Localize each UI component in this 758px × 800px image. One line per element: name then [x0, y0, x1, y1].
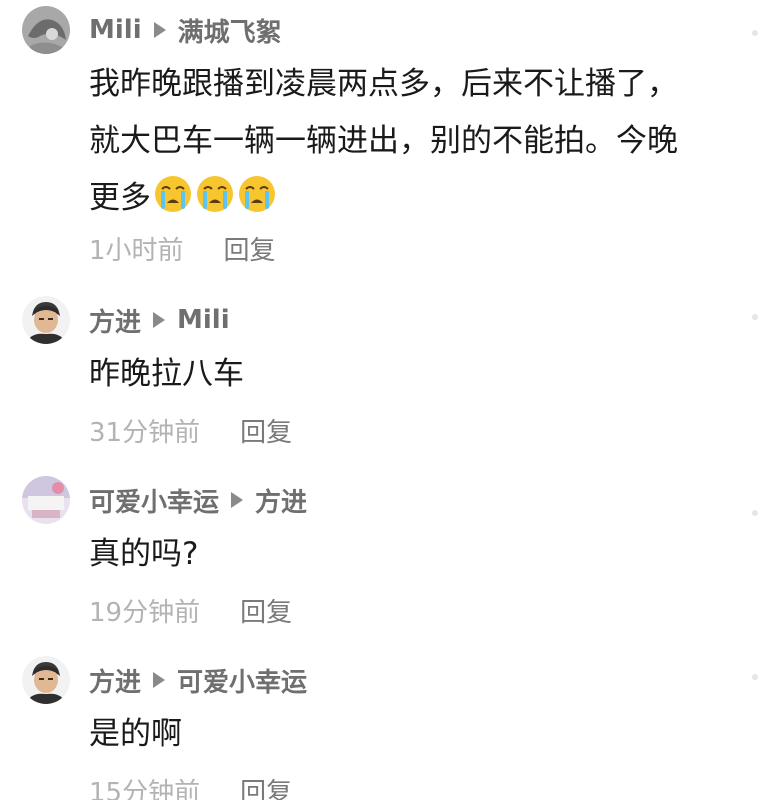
more-dot-icon	[752, 314, 758, 320]
avatar[interactable]	[22, 6, 70, 54]
crying-face-icon	[153, 174, 193, 214]
comment-line: 是的啊	[89, 716, 182, 752]
more-dot-icon	[752, 30, 758, 36]
reply-arrow-icon	[153, 312, 166, 328]
timestamp: 31分钟前	[89, 417, 201, 448]
comment-meta: 15分钟前 回复	[89, 772, 292, 800]
reply-arrow-icon	[153, 22, 166, 38]
crying-face-icon	[237, 174, 277, 214]
comment-header: 方进 可爱小幸运	[89, 660, 307, 700]
comment-meta: 19分钟前 回复	[89, 592, 292, 628]
reply-arrow-icon	[153, 672, 166, 688]
reply-button[interactable]: 回复	[240, 772, 292, 800]
comment-line-with-emoji: 更多	[89, 170, 729, 227]
author-name[interactable]: 可爱小幸运	[89, 482, 219, 519]
avatar[interactable]	[22, 656, 70, 704]
crying-face-icon	[195, 174, 235, 214]
author-name[interactable]: 方进	[89, 662, 141, 699]
author-name[interactable]: 方进	[89, 302, 141, 339]
comment-meta: 31分钟前 回复	[89, 412, 292, 448]
comment-line: 真的吗?	[89, 536, 199, 572]
comment-header: Mili 满城飞絮	[89, 10, 282, 50]
reply-button[interactable]: 回复	[240, 592, 292, 629]
comment-meta: 1小时前 回复	[89, 230, 276, 266]
comment-line: 更多	[89, 180, 151, 216]
timestamp: 1小时前	[89, 235, 184, 266]
comment-text: 昨晚拉八车	[89, 346, 729, 403]
more-dot-icon	[752, 510, 758, 516]
comment-text: 我昨晚跟播到凌晨两点多，后来不让播了， 就大巴车一辆一辆进出，别的不能拍。今晚 …	[89, 56, 729, 227]
comment-line: 我昨晚跟播到凌晨两点多，后来不让播了，	[89, 66, 678, 102]
comment-text: 真的吗?	[89, 526, 729, 583]
reply-to-name[interactable]: 可爱小幸运	[177, 662, 307, 699]
comment-header: 可爱小幸运 方进	[89, 480, 307, 520]
more-dot-icon	[752, 674, 758, 680]
comment-text: 是的啊	[89, 706, 729, 763]
timestamp: 19分钟前	[89, 597, 201, 628]
comment-thread: Mili 满城飞絮 我昨晚跟播到凌晨两点多，后来不让播了， 就大巴车一辆一辆进出…	[0, 0, 758, 800]
reply-button[interactable]: 回复	[224, 230, 276, 267]
comment-line: 就大巴车一辆一辆进出，别的不能拍。今晚	[89, 123, 678, 159]
avatar[interactable]	[22, 476, 70, 524]
comment-line: 昨晚拉八车	[89, 356, 244, 392]
author-name[interactable]: Mili	[89, 15, 142, 45]
reply-arrow-icon	[231, 492, 244, 508]
reply-to-name[interactable]: 方进	[255, 482, 307, 519]
reply-to-name[interactable]: 满城飞絮	[178, 12, 282, 49]
reply-button[interactable]: 回复	[240, 412, 292, 449]
comment-header: 方进 Mili	[89, 300, 230, 340]
reply-to-name[interactable]: Mili	[177, 305, 230, 335]
avatar[interactable]	[22, 296, 70, 344]
timestamp: 15分钟前	[89, 777, 201, 800]
